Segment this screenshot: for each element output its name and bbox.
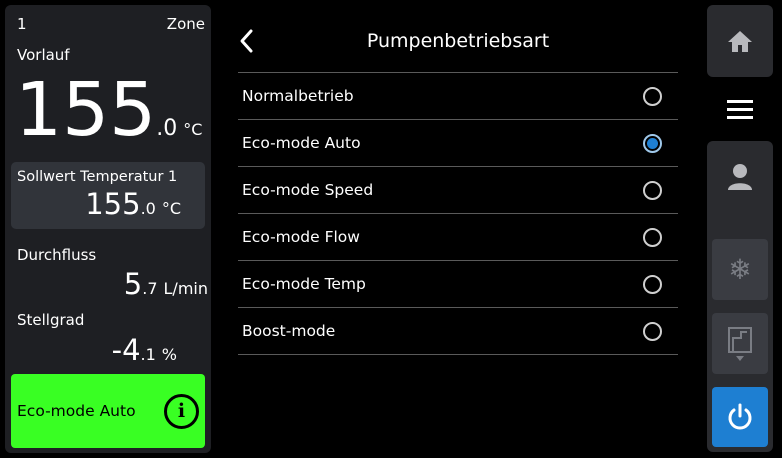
option-label: Boost-mode (242, 322, 336, 340)
vorlauf-value: 155.0 °C (15, 67, 202, 153)
snowflake-icon: ❄ (728, 253, 752, 286)
durchfluss-unit: L/min (163, 279, 208, 298)
option-label: Eco-mode Flow (242, 228, 360, 246)
sollwert-value: 155.0 °C (85, 187, 181, 221)
nav-home-button[interactable] (707, 5, 773, 77)
radio-button[interactable] (643, 86, 662, 106)
vorlauf-value-dec: .0 (156, 116, 178, 141)
mode-status-label: Eco-mode Auto (17, 402, 136, 420)
nav-door-button[interactable] (712, 313, 768, 374)
zone-number: 1 (17, 15, 27, 33)
option-eco-mode-temp[interactable]: Eco-mode Temp (238, 261, 678, 308)
stellgrad-label: Stellgrad (17, 311, 85, 329)
durchfluss-label: Durchfluss (17, 246, 97, 264)
stellgrad-value-dec: .1 (140, 345, 156, 364)
sollwert-unit: °C (161, 199, 181, 218)
pump-mode-list: Normalbetrieb Eco-mode Auto Eco-mode Spe… (238, 72, 678, 355)
option-label: Eco-mode Auto (242, 134, 361, 152)
vorlauf-unit: °C (183, 120, 203, 139)
option-boost-mode[interactable]: Boost-mode (238, 308, 678, 355)
nav-power-button[interactable] (712, 387, 768, 447)
home-icon (728, 31, 752, 52)
option-eco-mode-speed[interactable]: Eco-mode Speed (238, 167, 678, 214)
zone-label: Zone (166, 15, 205, 33)
power-icon (728, 403, 752, 430)
sollwert-label: Sollwert Temperatur 1 (17, 169, 178, 185)
durchfluss-value-dec: .7 (142, 279, 158, 298)
nav-side-column: ❄ (707, 141, 773, 452)
vorlauf-label: Vorlauf (17, 46, 70, 64)
option-label: Eco-mode Speed (242, 181, 374, 199)
stellgrad-unit: % (161, 345, 177, 364)
menu-icon (727, 99, 753, 119)
option-label: Eco-mode Temp (242, 275, 366, 293)
radio-button[interactable] (643, 227, 662, 247)
durchfluss-value: 5.7 L/min (124, 267, 208, 301)
vorlauf-value-int: 155 (15, 67, 157, 153)
door-icon (728, 326, 752, 361)
durchfluss-value-int: 5 (123, 267, 143, 301)
radio-button-selected[interactable] (643, 133, 662, 153)
radio-button[interactable] (643, 180, 662, 200)
info-icon[interactable]: i (164, 394, 199, 429)
radio-button[interactable] (643, 274, 662, 294)
nav-menu-button[interactable] (707, 80, 773, 137)
mode-status-box[interactable]: Eco-mode Auto i (11, 374, 205, 448)
option-eco-mode-auto[interactable]: Eco-mode Auto (238, 120, 678, 167)
option-label: Normalbetrieb (242, 87, 354, 105)
user-icon[interactable] (727, 163, 753, 191)
page-title: Pumpenbetriebsart (366, 30, 550, 52)
option-eco-mode-flow[interactable]: Eco-mode Flow (238, 214, 678, 261)
nav-cooling-button[interactable]: ❄ (712, 239, 768, 300)
radio-button[interactable] (643, 321, 662, 341)
sollwert-value-int: 155 (85, 187, 141, 221)
option-normalbetrieb[interactable]: Normalbetrieb (238, 73, 678, 120)
sollwert-value-dec: .0 (140, 199, 156, 218)
stellgrad-value: -4.1% (112, 333, 177, 367)
status-panel: 1 Zone Vorlauf 155.0 °C Sollwert Temperat… (5, 5, 211, 453)
sollwert-box[interactable]: Sollwert Temperatur 1 155.0 °C (11, 162, 205, 229)
stellgrad-value-int: -4 (111, 333, 141, 367)
